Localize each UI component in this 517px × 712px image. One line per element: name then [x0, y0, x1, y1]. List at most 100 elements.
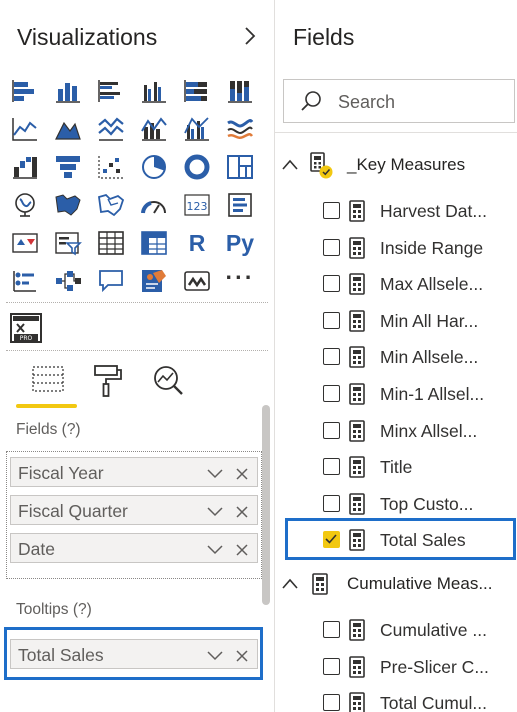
- field-row[interactable]: Inside Range: [275, 234, 517, 264]
- tooltips-well-label: Tooltips (?): [16, 601, 92, 618]
- field-row[interactable]: Minx Allsel...: [275, 417, 517, 447]
- custom-pro-visual-icon[interactable]: PRO: [10, 312, 42, 344]
- decomposition-tree-icon[interactable]: [53, 267, 83, 295]
- area-chart-icon[interactable]: [53, 115, 83, 143]
- gallery-divider: [6, 302, 268, 303]
- field-name: Total Cumul...: [380, 693, 487, 712]
- field-name: Cumulative ...: [380, 620, 487, 640]
- smart-narrative-icon[interactable]: [139, 267, 169, 295]
- 100-stacked-column-chart-icon[interactable]: [225, 77, 255, 105]
- filled-map-icon[interactable]: [53, 191, 83, 219]
- checkbox[interactable]: [323, 494, 340, 512]
- matrix-icon[interactable]: [139, 229, 169, 257]
- checkbox[interactable]: [323, 238, 340, 256]
- stacked-bar-chart-icon[interactable]: [10, 77, 40, 105]
- clustered-bar-chart-icon[interactable]: [96, 77, 126, 105]
- fields-title: Fields: [293, 24, 355, 50]
- donut-chart-icon[interactable]: [182, 153, 212, 181]
- funnel-chart-icon[interactable]: [53, 153, 83, 181]
- chevron-up-icon[interactable]: [282, 158, 298, 170]
- line-and-clustered-column-chart-icon[interactable]: [182, 115, 212, 143]
- chevron-down-icon[interactable]: [207, 503, 223, 517]
- gauge-icon[interactable]: [139, 191, 169, 219]
- calculator-measure-icon: [349, 236, 365, 259]
- table-cumulative-measures[interactable]: Cumulative Meas...: [275, 569, 517, 599]
- collapse-chevron-icon[interactable]: [240, 24, 260, 48]
- field-row[interactable]: Min All Har...: [275, 307, 517, 337]
- calculator-measure-icon: [349, 273, 365, 295]
- search-input[interactable]: [336, 88, 510, 116]
- remove-x-icon[interactable]: [235, 465, 249, 480]
- map-globe-icon[interactable]: [10, 191, 40, 219]
- field-row[interactable]: Max Allsele...: [275, 270, 517, 300]
- well-item-fiscal-year[interactable]: Fiscal Year: [10, 457, 258, 487]
- field-row[interactable]: Pre-Slicer C...: [275, 653, 517, 683]
- python-visual-icon[interactable]: Py: [225, 229, 255, 257]
- well-item-date[interactable]: Date: [10, 533, 258, 563]
- custom-visual-divider: [6, 350, 268, 351]
- calculator-measure-icon: [349, 655, 365, 678]
- checkbox[interactable]: [323, 458, 340, 476]
- checkbox[interactable]: [323, 311, 340, 329]
- treemap-icon[interactable]: [225, 153, 255, 181]
- line-chart-icon[interactable]: [10, 115, 40, 143]
- measure-table-icon: [308, 570, 334, 598]
- checkbox[interactable]: [323, 694, 340, 711]
- remove-x-icon[interactable]: [235, 503, 249, 518]
- qa-speech-bubble-icon[interactable]: [96, 267, 126, 295]
- 100-stacked-bar-chart-icon[interactable]: [182, 77, 212, 105]
- calculator-measure-icon: [349, 383, 365, 405]
- viz-pane-scrollbar[interactable]: [262, 405, 270, 605]
- field-row[interactable]: Top Custo...: [275, 490, 517, 520]
- search-box[interactable]: [283, 79, 515, 123]
- field-row[interactable]: Min Allsele...: [275, 343, 517, 373]
- fields-well[interactable]: Fiscal Year Fiscal Quarter Date: [6, 451, 262, 579]
- stacked-column-chart-icon[interactable]: [53, 77, 83, 105]
- checkbox[interactable]: [323, 657, 340, 675]
- field-name: Title: [380, 457, 413, 478]
- field-name: Inside Range: [380, 237, 484, 258]
- stacked-area-chart-icon[interactable]: [96, 115, 126, 143]
- table-icon[interactable]: [96, 229, 126, 257]
- slicer-icon[interactable]: [53, 229, 83, 257]
- more-visuals-ellipsis-icon[interactable]: ···: [225, 263, 255, 291]
- waterfall-chart-icon[interactable]: [10, 153, 40, 181]
- card-icon[interactable]: 123: [182, 191, 212, 219]
- field-name: Harvest Dat...: [380, 201, 487, 221]
- scatter-chart-icon[interactable]: [96, 153, 126, 181]
- checkbox[interactable]: [323, 421, 340, 439]
- clustered-column-chart-icon[interactable]: [139, 77, 169, 105]
- paint-roller-icon[interactable]: [88, 362, 128, 402]
- table-key-measures[interactable]: _Key Measures: [275, 150, 517, 180]
- well-item-fiscal-quarter[interactable]: Fiscal Quarter: [10, 495, 258, 525]
- remove-x-icon[interactable]: [235, 541, 249, 556]
- field-row[interactable]: Min-1 Allsel...: [275, 380, 517, 410]
- search-divider: [275, 132, 517, 133]
- chevron-up-icon[interactable]: [282, 577, 298, 589]
- checkbox[interactable]: [323, 621, 340, 638]
- calculator-measure-icon: [349, 619, 365, 641]
- chevron-down-icon[interactable]: [207, 541, 223, 555]
- checkbox[interactable]: [323, 385, 340, 402]
- ribbon-chart-icon[interactable]: [225, 115, 255, 143]
- chevron-down-icon[interactable]: [207, 465, 223, 479]
- analytics-magnifier-icon[interactable]: [148, 362, 188, 402]
- pie-chart-icon[interactable]: [139, 153, 169, 181]
- key-influencers-icon[interactable]: [10, 267, 40, 295]
- shape-map-icon[interactable]: [96, 191, 126, 219]
- field-name: Top Custo...: [380, 493, 474, 514]
- checkbox[interactable]: [323, 202, 340, 219]
- multi-row-card-icon[interactable]: [225, 191, 255, 219]
- fields-tab-icon[interactable]: [28, 362, 68, 402]
- field-row[interactable]: Cumulative ...: [275, 616, 517, 646]
- field-row[interactable]: Total Cumul...: [275, 689, 517, 712]
- paginated-report-icon[interactable]: [182, 267, 212, 295]
- field-row[interactable]: Harvest Dat...: [275, 197, 517, 227]
- r-script-visual-icon[interactable]: R: [182, 229, 212, 257]
- line-and-stacked-column-chart-icon[interactable]: [139, 115, 169, 143]
- field-row[interactable]: Title: [275, 453, 517, 483]
- checkbox[interactable]: [323, 275, 340, 293]
- well-item-label: Fiscal Quarter: [18, 501, 128, 521]
- checkbox[interactable]: [323, 348, 340, 366]
- kpi-icon[interactable]: [10, 229, 40, 257]
